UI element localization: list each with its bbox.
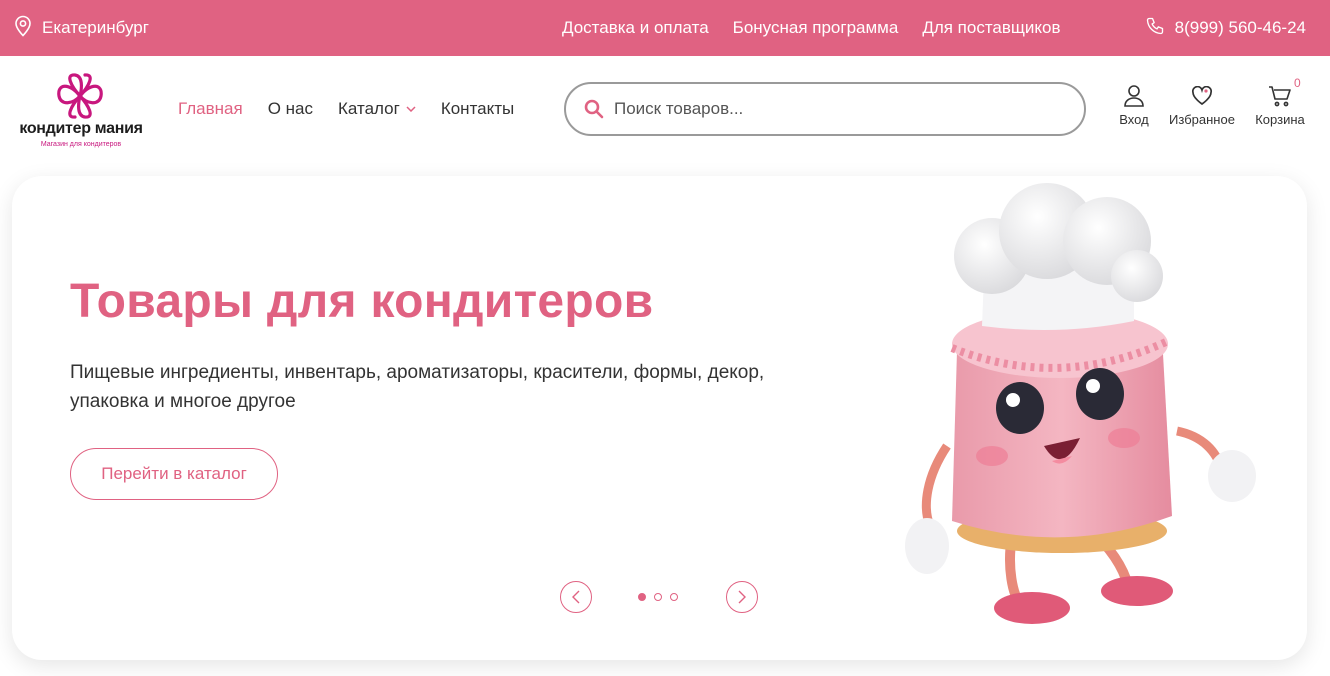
login-label: Вход	[1119, 112, 1149, 127]
search-icon[interactable]	[584, 99, 604, 119]
favorites-label: Избранное	[1169, 112, 1235, 127]
hero-subtitle: Пищевые ингредиенты, инвентарь, ароматиз…	[70, 362, 765, 412]
logo-mark-icon	[57, 73, 103, 119]
user-icon	[1123, 80, 1145, 112]
nav-item-catalog[interactable]: Каталог	[338, 99, 416, 119]
link-suppliers[interactable]: Для поставщиков	[922, 18, 1060, 38]
top-bar: Екатеринбург Доставка и оплата Бонусная …	[0, 0, 1330, 56]
location-pin-icon	[14, 15, 32, 42]
city-selector[interactable]: Екатеринбург	[14, 0, 149, 56]
hero-slider: Товары для кондитеров Пищевые ингредиент…	[12, 176, 1307, 660]
nav-item-about[interactable]: О нас	[268, 99, 313, 119]
search-bar	[564, 82, 1086, 136]
cart-icon	[1268, 80, 1292, 112]
slider-dot-1[interactable]	[638, 593, 646, 601]
search-input[interactable]	[614, 99, 1054, 119]
top-links: Доставка и оплата Бонусная программа Для…	[562, 0, 1061, 56]
cart-count-badge: 0	[1294, 76, 1301, 90]
logo-brand: кондитер мания	[19, 120, 143, 137]
chevron-left-icon	[572, 590, 580, 604]
favorites-button[interactable]: Избранное	[1164, 80, 1240, 127]
logo-tagline: Магазин для кондитеров	[40, 141, 122, 148]
phone-icon	[1145, 16, 1165, 41]
cake-mascot-illustration	[905, 183, 1256, 624]
nav-item-catalog-label: Каталог	[338, 99, 400, 118]
slider-dots	[638, 593, 678, 601]
slider-dot-2[interactable]	[654, 593, 662, 601]
phone-link[interactable]: 8(999) 560-46-24	[1145, 0, 1306, 56]
chevron-down-icon	[406, 106, 416, 112]
slider-prev-button[interactable]	[560, 581, 592, 613]
cart-button[interactable]: Корзина	[1250, 80, 1310, 127]
city-label: Екатеринбург	[42, 18, 149, 37]
nav-item-contacts[interactable]: Контакты	[441, 99, 514, 119]
login-button[interactable]: Вход	[1116, 80, 1152, 127]
go-to-catalog-button[interactable]: Перейти в каталог	[70, 448, 278, 500]
slider-next-button[interactable]	[726, 581, 758, 613]
slider-dot-3[interactable]	[670, 593, 678, 601]
nav-item-home[interactable]: Главная	[178, 99, 243, 119]
link-bonus-program[interactable]: Бонусная программа	[733, 18, 899, 38]
phone-number: 8(999) 560-46-24	[1174, 18, 1306, 37]
cart-label: Корзина	[1255, 112, 1305, 127]
link-delivery[interactable]: Доставка и оплата	[562, 18, 709, 38]
heart-icon	[1191, 80, 1213, 112]
logo[interactable]: кондитер мания Магазин для кондитеров	[10, 72, 152, 148]
header: кондитер мания Магазин для кондитеров Гл…	[0, 56, 1330, 166]
header-actions: Вход Избранное Корзина 0	[1110, 76, 1320, 140]
main-nav: Главная О нас Каталог Контакты	[178, 56, 514, 162]
hero-title: Товары для кондитеров	[70, 275, 654, 328]
chevron-right-icon	[738, 590, 746, 604]
